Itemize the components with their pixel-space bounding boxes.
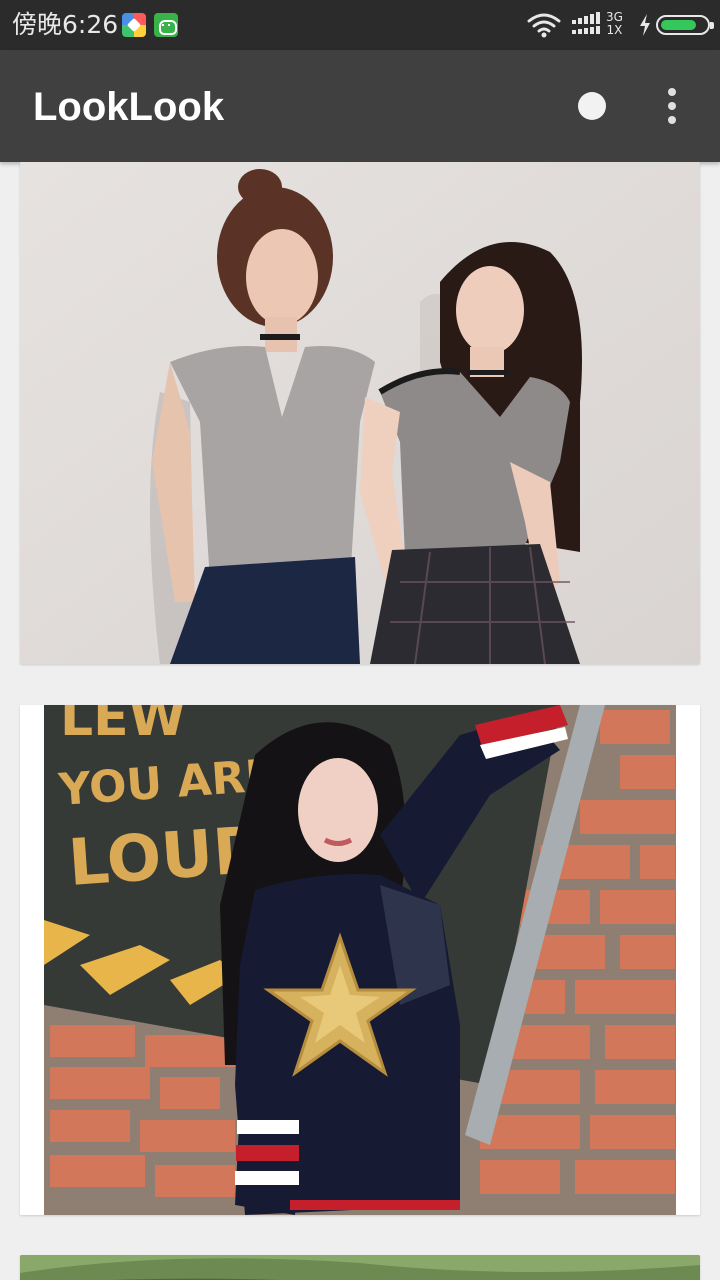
network-type-bottom: 1X xyxy=(606,23,623,37)
status-bar: 傍晚6:26 3G 1X xyxy=(0,0,720,50)
photo-star-sweater: LEW YOU ARE E LOUD xyxy=(20,705,700,1215)
photo-feed[interactable]: LEW YOU ARE E LOUD xyxy=(0,162,720,1280)
photo-card[interactable]: LEW YOU ARE E LOUD xyxy=(20,705,700,1215)
signal-icon xyxy=(572,12,600,34)
android-app-icon xyxy=(154,13,178,37)
photo-two-girls xyxy=(20,162,700,664)
network-type: 3G 1X xyxy=(606,11,623,37)
photo-card[interactable] xyxy=(20,162,700,664)
battery-icon xyxy=(656,15,714,35)
more-vert-icon[interactable] xyxy=(656,86,688,126)
charging-icon xyxy=(640,14,650,36)
battery-fill xyxy=(661,20,696,30)
photo-card[interactable] xyxy=(20,1255,700,1280)
app-title: LookLook xyxy=(33,85,225,129)
battery-cap xyxy=(710,22,714,29)
status-time: 傍晚6:26 xyxy=(12,10,119,39)
circle-icon[interactable] xyxy=(578,92,606,120)
network-type-top: 3G xyxy=(606,10,623,24)
wifi-icon xyxy=(527,13,561,38)
photo-outdoor xyxy=(20,1255,700,1280)
app-bar: LookLook xyxy=(0,50,720,162)
photos-app-icon xyxy=(122,13,146,37)
svg-text:LEW: LEW xyxy=(60,705,186,748)
